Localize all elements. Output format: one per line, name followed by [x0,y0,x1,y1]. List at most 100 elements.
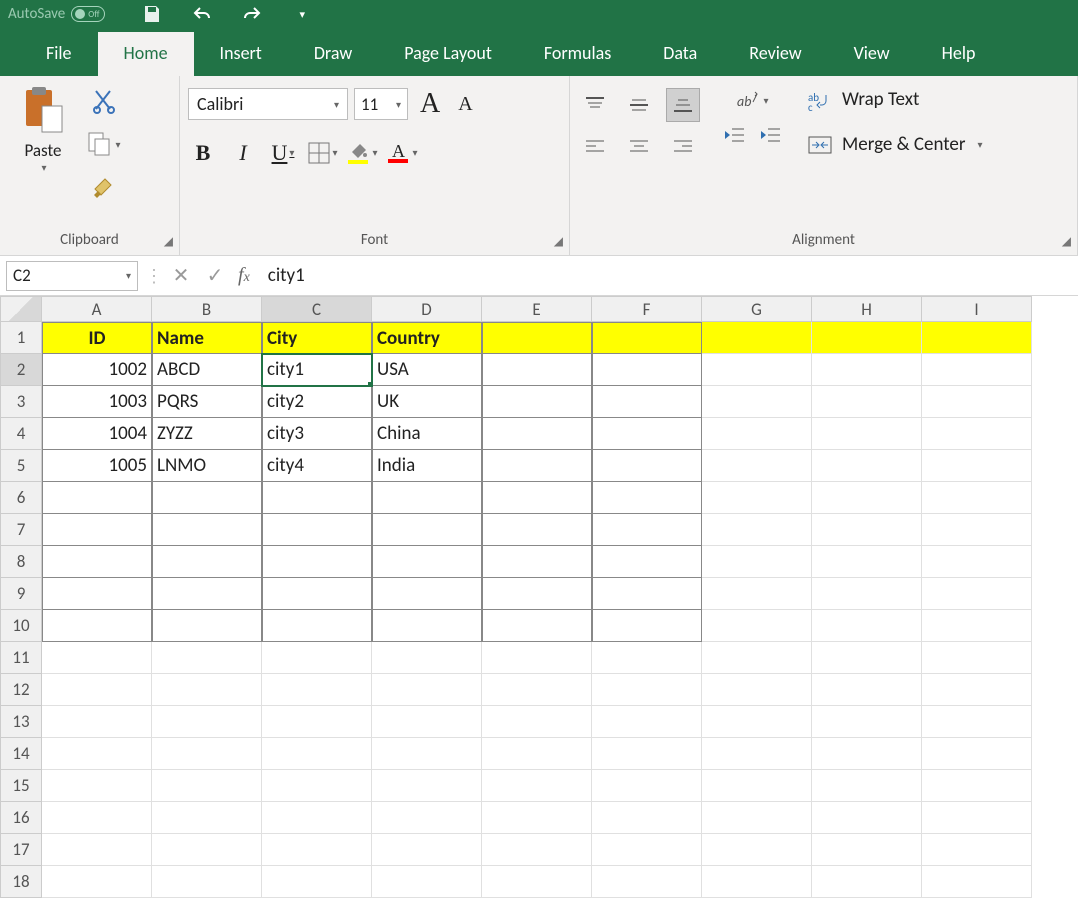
row-header[interactable]: 13 [0,706,42,738]
cell[interactable] [482,514,592,546]
cell[interactable] [482,674,592,706]
cell[interactable] [42,642,152,674]
cell[interactable] [592,706,702,738]
cell[interactable] [372,706,482,738]
row-header[interactable]: 10 [0,610,42,642]
cell[interactable] [702,834,812,866]
cell[interactable] [372,642,482,674]
cell[interactable] [482,450,592,482]
cell[interactable]: 1003 [42,386,152,418]
cell[interactable] [702,738,812,770]
select-all-button[interactable] [0,296,42,322]
cell[interactable]: LNMO [152,450,262,482]
align-bottom-button[interactable] [666,88,700,122]
cell[interactable] [372,546,482,578]
cell[interactable] [592,674,702,706]
cell[interactable]: 1005 [42,450,152,482]
cell[interactable] [592,546,702,578]
row-header[interactable]: 7 [0,514,42,546]
cell[interactable] [482,578,592,610]
cell[interactable] [152,642,262,674]
cell[interactable] [262,610,372,642]
cell[interactable] [812,546,922,578]
cell[interactable] [262,642,372,674]
cell[interactable] [702,482,812,514]
cell[interactable] [702,674,812,706]
cell[interactable] [42,578,152,610]
cell[interactable] [812,674,922,706]
cell[interactable] [262,578,372,610]
cell[interactable] [152,546,262,578]
row-header[interactable]: 12 [0,674,42,706]
align-top-button[interactable] [578,88,612,122]
cell[interactable] [812,322,922,354]
cell[interactable] [372,674,482,706]
column-header[interactable]: B [152,296,262,322]
row-header[interactable]: 14 [0,738,42,770]
cell[interactable] [812,482,922,514]
cell[interactable]: ZYZZ [152,418,262,450]
cell[interactable] [482,738,592,770]
row-header[interactable]: 3 [0,386,42,418]
orientation-button[interactable]: ab▾ [722,88,782,112]
cell[interactable] [702,514,812,546]
cell[interactable] [922,386,1032,418]
cell[interactable] [922,834,1032,866]
cell[interactable] [922,514,1032,546]
decrease-indent-button[interactable] [722,126,746,144]
cell[interactable]: India [372,450,482,482]
cancel-button[interactable]: ✕ [164,263,198,288]
cell[interactable]: PQRS [152,386,262,418]
align-right-button[interactable] [666,130,700,164]
cell[interactable] [922,354,1032,386]
borders-button[interactable]: ▾ [308,138,338,168]
row-header[interactable]: 16 [0,802,42,834]
paste-button[interactable]: Paste ▾ [8,82,78,174]
row-header[interactable]: 4 [0,418,42,450]
cell[interactable] [702,802,812,834]
save-icon[interactable] [141,3,163,25]
cell[interactable]: 1002 [42,354,152,386]
cell[interactable] [152,578,262,610]
cell[interactable] [482,418,592,450]
cell[interactable] [152,770,262,802]
tab-insert[interactable]: Insert [194,32,288,76]
cell[interactable]: city1 [262,354,372,386]
cell[interactable] [262,514,372,546]
cell[interactable] [592,418,702,450]
cell[interactable] [592,450,702,482]
cell[interactable] [812,578,922,610]
cell[interactable] [592,354,702,386]
cell[interactable] [702,354,812,386]
cell[interactable]: Country [372,322,482,354]
align-left-button[interactable] [578,130,612,164]
tab-data[interactable]: Data [637,32,723,76]
cell[interactable]: ID [42,322,152,354]
cell[interactable] [922,322,1032,354]
cell[interactable] [42,834,152,866]
cell[interactable] [702,866,812,898]
row-header[interactable]: 2 [0,354,42,386]
cell[interactable] [42,514,152,546]
cell[interactable] [812,354,922,386]
undo-icon[interactable] [191,3,213,25]
cell[interactable] [482,834,592,866]
column-header[interactable]: G [702,296,812,322]
fx-icon[interactable]: fx [232,264,262,287]
cell[interactable] [372,866,482,898]
cell[interactable] [592,578,702,610]
cell[interactable]: city2 [262,386,372,418]
cell[interactable] [922,770,1032,802]
cell[interactable] [812,770,922,802]
row-header[interactable]: 18 [0,866,42,898]
cell[interactable] [262,738,372,770]
cell[interactable] [702,610,812,642]
tab-review[interactable]: Review [723,32,827,76]
cell[interactable] [152,866,262,898]
cell[interactable] [372,482,482,514]
cell[interactable] [812,866,922,898]
cell[interactable] [42,738,152,770]
cell[interactable] [42,706,152,738]
cell[interactable] [812,450,922,482]
wrap-text-button[interactable]: abc Wrap Text [808,88,983,111]
